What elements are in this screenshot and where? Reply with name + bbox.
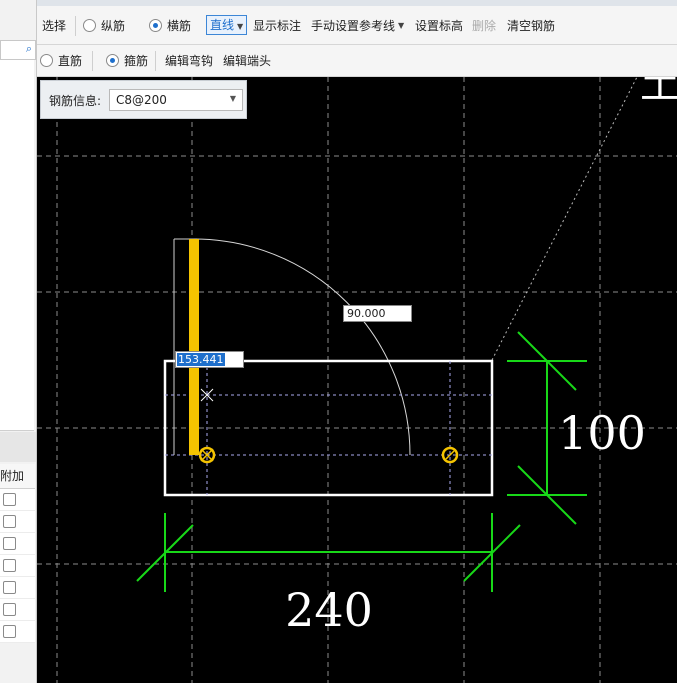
rebar-preview (189, 239, 199, 455)
table-row (0, 599, 35, 621)
radio-label: 纵筋 (101, 18, 126, 33)
angle-arc (193, 238, 411, 456)
toolbar-separator (92, 51, 93, 71)
radio-stirrup[interactable]: 箍筋 (106, 45, 148, 76)
radio-circle[interactable] (83, 18, 96, 32)
edit-hook-button[interactable]: 编辑弯钩 (165, 45, 213, 76)
checkbox[interactable] (3, 537, 16, 550)
table-row (0, 533, 35, 555)
dropdown-label: 直线 (210, 18, 235, 32)
chevron-down-icon: ▼ (229, 94, 236, 103)
checkbox[interactable] (3, 625, 16, 638)
property-table-header: 附加 (0, 464, 35, 489)
rebar-info-value: C8@200 (116, 93, 167, 107)
table-row (0, 555, 35, 577)
checkbox[interactable] (3, 603, 16, 616)
toolbar-separator (155, 51, 156, 71)
search-input[interactable]: ⌕ (0, 40, 36, 60)
table-row (0, 621, 35, 643)
drawing-toolbar: 选择 纵筋 横筋 直线 ▼ 显示标注 手动设置参考线 ▼ 设置标高 删除 清空钢筋 (37, 6, 677, 45)
line-type-dropdown[interactable]: 直线 ▼ (206, 6, 248, 44)
dimension-height-label: 100 (558, 406, 646, 460)
radio-label: 横筋 (167, 18, 192, 33)
search-icon[interactable]: ⌕ (26, 42, 32, 56)
checkbox[interactable] (3, 493, 16, 506)
edit-end-button[interactable]: 编辑端头 (223, 45, 271, 76)
checkbox[interactable] (3, 559, 16, 572)
radio-label: 直筋 (58, 54, 83, 68)
delete-button[interactable]: 删除 (472, 6, 496, 44)
toolbar-separator (75, 16, 76, 36)
radio-circle[interactable] (40, 54, 53, 67)
checkbox[interactable] (3, 515, 16, 528)
table-row (0, 511, 35, 533)
dimension-width (136, 513, 521, 592)
radio-circle-selected[interactable] (106, 54, 119, 67)
table-row (0, 577, 35, 599)
radio-label: 箍筋 (124, 54, 149, 68)
panel-divider (0, 432, 36, 462)
length-input-value: 153.441 (177, 353, 225, 366)
radio-straight[interactable]: 直筋 (40, 45, 82, 76)
rebar-info-select[interactable]: C8@200 ▼ (109, 89, 243, 111)
cad-drawing[interactable]: 240 100 土 (37, 77, 677, 683)
show-annotation-button[interactable]: 显示标注 (253, 6, 301, 44)
chevron-down-icon: ▼ (398, 20, 405, 30)
rebar-type-toolbar: 直筋 箍筋 编辑弯钩 编辑端头 (37, 45, 677, 77)
leader-line (491, 77, 638, 361)
dimension-width-label: 240 (285, 583, 373, 637)
set-elevation-button[interactable]: 设置标高 (415, 6, 463, 44)
rebar-info-label: 钢筋信息: (49, 94, 102, 108)
length-input[interactable]: 153.441 (175, 351, 244, 368)
radio-transverse[interactable]: 横筋 (149, 6, 191, 44)
radio-circle-selected[interactable] (149, 18, 162, 32)
chevron-down-icon: ▼ (237, 22, 244, 31)
select-button[interactable]: 选择 (42, 6, 66, 44)
left-sidebar: ⌕ 附加 (0, 0, 37, 683)
angle-input[interactable]: 90.000 (343, 305, 412, 322)
button-label: 手动设置参考线 (311, 18, 396, 33)
table-row (0, 489, 35, 511)
checkbox[interactable] (3, 581, 16, 594)
rebar-info-panel: 钢筋信息: C8@200 ▼ (40, 80, 247, 119)
property-table (0, 489, 35, 643)
component-list[interactable] (0, 60, 34, 431)
radio-longitudinal[interactable]: 纵筋 (83, 6, 125, 44)
drawing-canvas[interactable]: 240 100 土 钢筋信息: C8@200 ▼ 90.000 153.441 (37, 77, 677, 683)
clear-rebar-button[interactable]: 清空钢筋 (507, 6, 555, 44)
manual-ref-line-button[interactable]: 手动设置参考线 ▼ (311, 6, 404, 44)
corner-label: 土 (640, 77, 677, 107)
